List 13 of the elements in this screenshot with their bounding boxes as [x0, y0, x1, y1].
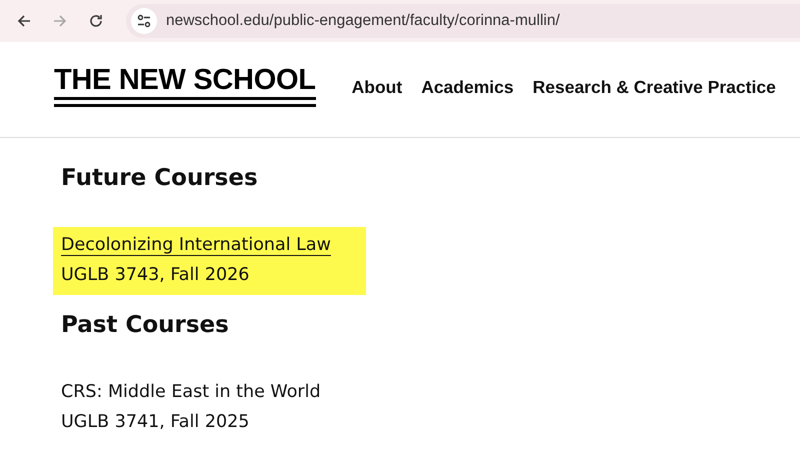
- address-bar[interactable]: newschool.edu/public-engagement/faculty/corinna-mullin/: [126, 4, 800, 38]
- nav-link[interactable]: About: [352, 77, 402, 98]
- course-title: CRS: Middle East in the World: [61, 381, 321, 404]
- nav-link[interactable]: Academics: [421, 77, 514, 98]
- nav-link[interactable]: Research & Creative Practice: [532, 77, 776, 98]
- course-details: UGLB 3741, Fall 2025: [61, 411, 250, 434]
- section-heading: Future Courses: [61, 164, 259, 193]
- site-logo[interactable]: THE NEW SCHOOL: [54, 66, 316, 107]
- course-details: UGLB 3743, Fall 2026: [61, 264, 250, 287]
- site-settings-icon[interactable]: [131, 8, 157, 34]
- section-heading: Past Courses: [61, 311, 230, 340]
- url-text: newschool.edu/public-engagement/faculty/corinna-mullin/: [166, 12, 560, 30]
- course-link[interactable]: Decolonizing International Law: [61, 230, 331, 260]
